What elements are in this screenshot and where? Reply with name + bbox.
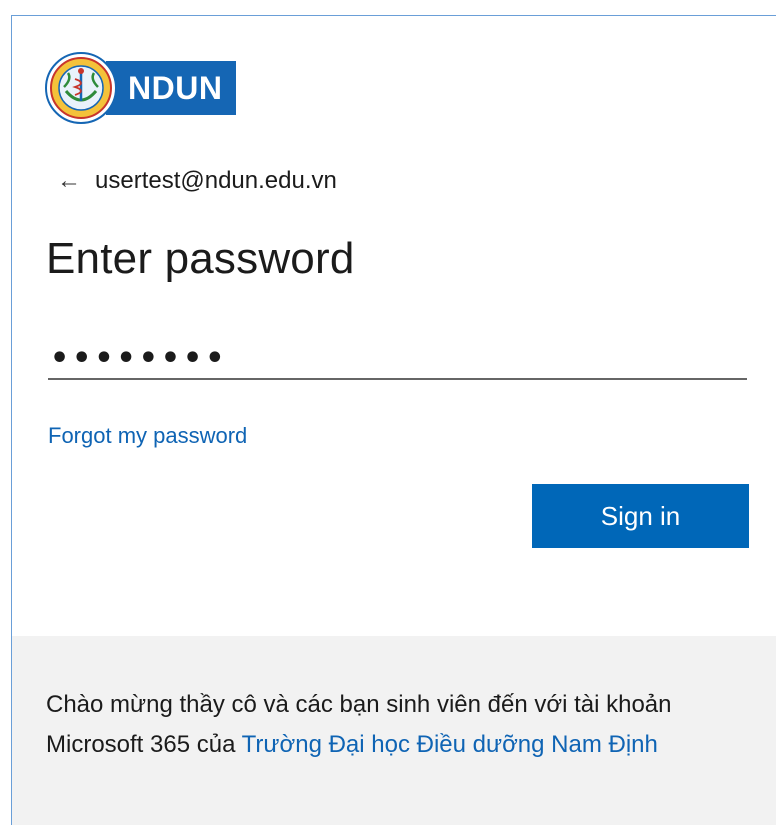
page-title: Enter password — [46, 234, 355, 283]
university-seal-logo — [45, 52, 117, 124]
sign-in-button[interactable]: Sign in — [532, 484, 749, 548]
password-input[interactable] — [48, 338, 747, 380]
back-arrow-icon[interactable]: ← — [57, 169, 81, 193]
sign-in-card: NDUN ← usertest@ndun.edu.vn Enter passwo… — [11, 15, 776, 825]
university-link[interactable]: Trường Đại học Điều dưỡng Nam Định — [242, 731, 658, 758]
footer-message: Chào mừng thầy cô và các bạn sinh viên đ… — [46, 685, 766, 765]
account-identity: ← usertest@ndun.edu.vn — [57, 167, 337, 195]
org-logo: NDUN — [44, 51, 237, 125]
org-logo-text: NDUN — [106, 61, 237, 115]
account-email: usertest@ndun.edu.vn — [95, 167, 337, 194]
forgot-password-link[interactable]: Forgot my password — [48, 423, 247, 449]
footer-banner: Chào mừng thầy cô và các bạn sinh viên đ… — [12, 636, 776, 825]
